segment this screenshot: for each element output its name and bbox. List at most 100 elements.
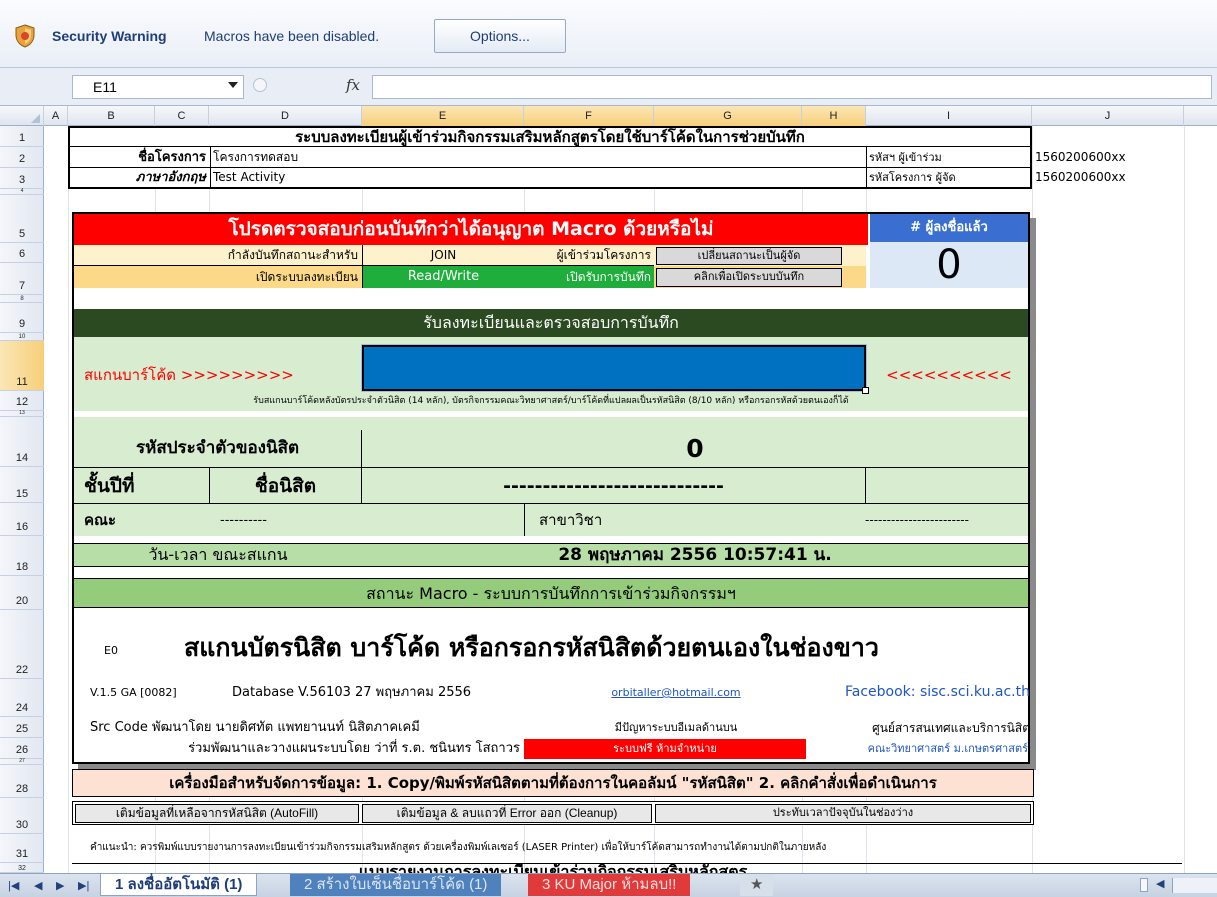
column-header-e[interactable]: E bbox=[362, 106, 524, 126]
cleanup-button[interactable]: เติมข้อมูล & ลบแถวที่ Error ออก (Cleanup… bbox=[362, 804, 652, 823]
project-name-value[interactable]: โครงการทดสอบ bbox=[210, 147, 866, 168]
status-code: E0 bbox=[104, 644, 118, 657]
english-name-value[interactable]: Test Activity bbox=[210, 168, 866, 187]
formula-input[interactable] bbox=[372, 75, 1212, 99]
name-box-dropdown-icon[interactable] bbox=[228, 82, 238, 88]
registered-count-label: # ผู้ลงชื่อแล้ว bbox=[870, 214, 1028, 242]
status-message: สแกนบัตรนิสิต บาร์โค้ด หรือกรอกรหัสนิสิต… bbox=[184, 633, 879, 662]
name-box[interactable]: E11 bbox=[72, 75, 244, 99]
student-id-label: รหัสประจำตัวของนิสิต bbox=[74, 430, 362, 467]
tab-split-handle[interactable] bbox=[1140, 878, 1148, 892]
row-header-10[interactable]: 10 bbox=[0, 333, 44, 341]
student-extra-cell bbox=[866, 467, 1028, 503]
gridline bbox=[1184, 126, 1185, 873]
organizer-code-value[interactable]: 1560200600xx bbox=[1032, 168, 1184, 187]
timestamp-button[interactable]: ประทับเวลาปัจจุบันในช่องว่าง bbox=[655, 804, 1031, 823]
tools-header: เครื่องมือสำหรับจัดการข้อมูล: 1. Copy/พิ… bbox=[72, 769, 1034, 797]
last-sheet-icon[interactable]: ▶| bbox=[78, 879, 89, 892]
row-header-6[interactable]: 6 bbox=[0, 243, 44, 263]
prev-sheet-icon[interactable]: ◀ bbox=[34, 879, 42, 892]
insert-sheet-icon[interactable]: ★ bbox=[740, 874, 774, 896]
column-header-c[interactable]: C bbox=[155, 106, 209, 126]
printing-advice: คำแนะนำ: ควรพิมพ์แบบรายงานการลงทะเบียนเข… bbox=[90, 842, 827, 853]
formula-bar: E11 fx bbox=[0, 68, 1217, 106]
row-header-16[interactable]: 16 bbox=[0, 503, 44, 536]
row-header-2[interactable]: 2 bbox=[0, 147, 44, 168]
free-system-badge: ระบบฟรี ห้ามจำหน่าย bbox=[524, 739, 806, 759]
english-name-label: ภาษาอังกฤษ bbox=[135, 170, 206, 185]
faculty-label: คณะ bbox=[74, 503, 210, 536]
row-header-32[interactable]: 32 bbox=[0, 863, 44, 873]
macro-status-header: สถานะ Macro - ระบบการบันทึกการเข้าร่วมกิ… bbox=[74, 578, 1028, 608]
student-name-value: ---------------------------- bbox=[362, 467, 866, 503]
participant-role: ผู้เข้าร่วมโครงการ bbox=[524, 245, 654, 266]
formula-cancel-icon[interactable] bbox=[253, 78, 267, 92]
row-header-9[interactable]: 9 bbox=[0, 303, 44, 333]
facebook-label: Facebook: sisc.sci.ku.ac.th bbox=[845, 684, 1030, 700]
faculty-value: ---------- bbox=[210, 503, 524, 536]
scan-time-label: วัน-เวลา ขณะสแกน bbox=[148, 545, 288, 564]
registered-count: 0 bbox=[870, 242, 1028, 288]
barcode-scan-input[interactable] bbox=[361, 344, 867, 392]
row-header-24[interactable]: 24 bbox=[0, 679, 44, 717]
row-header-8[interactable]: 8 bbox=[0, 295, 44, 303]
next-sheet-icon[interactable]: ▶ bbox=[56, 879, 64, 892]
column-header-g[interactable]: G bbox=[654, 106, 802, 126]
participant-code-label: รหัสฯ ผู้เข้าร่วม bbox=[866, 147, 1032, 168]
horizontal-scrollbar[interactable] bbox=[1172, 878, 1217, 893]
row-header-30[interactable]: 30 bbox=[0, 798, 44, 834]
row-header-18[interactable]: 18 bbox=[0, 536, 44, 576]
co-dev-credit: ร่วมพัฒนาและวางแผนระบบโดย ว่าที่ ร.ต. ชน… bbox=[188, 741, 520, 756]
row-header-28[interactable]: 28 bbox=[0, 765, 44, 798]
row-header-31[interactable]: 31 bbox=[0, 834, 44, 863]
column-header-h[interactable]: H bbox=[802, 106, 866, 126]
row-header-3[interactable]: 3 bbox=[0, 168, 44, 189]
src-code-credit: Src Code พัฒนาโดย นายดิศทัต แพทยานนท์ นิ… bbox=[90, 720, 420, 735]
column-header-a[interactable]: A bbox=[44, 106, 68, 126]
row-header-12[interactable]: 12 bbox=[0, 391, 44, 411]
security-warning-bar: Security Warning Macros have been disabl… bbox=[0, 0, 1217, 68]
major-label: สาขาวิชา bbox=[524, 503, 806, 536]
read-write-value: Read/Write bbox=[362, 266, 524, 288]
options-button[interactable]: Options... bbox=[434, 19, 566, 53]
tab-sheet-3[interactable]: 3 KU Major ห้ามลบ!! bbox=[528, 874, 691, 896]
row-header-14[interactable]: 14 bbox=[0, 417, 44, 467]
column-header-d[interactable]: D bbox=[209, 106, 362, 126]
select-all-corner[interactable] bbox=[0, 106, 44, 126]
recording-status-label: กำลังบันทึกสถานะสำหรับ bbox=[74, 245, 362, 266]
column-header-j[interactable]: J bbox=[1032, 106, 1184, 126]
worksheet[interactable]: ระบบลงทะเบียนผู้เข้าร่วมกิจกรรมเสริมหลัก… bbox=[44, 126, 1217, 873]
insert-function-icon[interactable]: fx bbox=[346, 76, 360, 94]
row-header-1[interactable]: 1 bbox=[0, 126, 44, 147]
row-header-25[interactable]: 25 bbox=[0, 717, 44, 738]
column-header-i[interactable]: I bbox=[866, 106, 1032, 126]
join-value: JOIN bbox=[362, 245, 524, 266]
row-header-26[interactable]: 26 bbox=[0, 738, 44, 759]
tab-sheet-2[interactable]: 2 สร้างใบเซ็นชื่อบาร์โค้ด (1) bbox=[290, 874, 502, 896]
version-label: V.1.5 GA [0082] bbox=[90, 686, 177, 699]
open-recording-button[interactable]: คลิกเพื่อเปิดระบบบันทึก bbox=[656, 268, 842, 287]
row-header-11[interactable]: 11 bbox=[0, 341, 44, 391]
autofill-button[interactable]: เติมข้อมูลที่เหลือจากรหัสนิสิต (AutoFill… bbox=[75, 804, 359, 823]
row-header-5[interactable]: 5 bbox=[0, 195, 44, 243]
first-sheet-icon[interactable]: |◀ bbox=[8, 879, 19, 892]
column-header-b[interactable]: B bbox=[68, 106, 155, 126]
tab-sheet-1[interactable]: 1 ลงชื่ออัตโนมัติ (1) bbox=[100, 874, 258, 896]
database-label: Database V.56103 27 พฤษภาคม 2556 bbox=[232, 685, 472, 700]
shield-warning-icon bbox=[15, 24, 35, 48]
horizontal-scroll-left-icon[interactable]: ◀ bbox=[1156, 877, 1164, 890]
macro-warning-banner: โปรดตรวจสอบก่อนบันทึกว่าได้อนุญาต Macro … bbox=[74, 214, 868, 245]
row-header-20[interactable]: 20 bbox=[0, 576, 44, 610]
switch-organizer-button[interactable]: เปลี่ยนสถานะเป็นผู้จัด bbox=[656, 247, 842, 265]
open-registration-label: เปิดระบบลงทะเบียน bbox=[74, 266, 362, 288]
participant-code-value[interactable]: 1560200600xx bbox=[1032, 147, 1184, 168]
column-header-f[interactable]: F bbox=[524, 106, 654, 126]
row-header-7[interactable]: 7 bbox=[0, 263, 44, 295]
sheet-tab-bar: |◀ ◀ ▶ ▶| 1 ลงชื่ออัตโนมัติ (1) 2 สร้างใ… bbox=[0, 873, 1217, 897]
major-value: ------------------------ bbox=[806, 503, 1028, 536]
row-header-22[interactable]: 22 bbox=[0, 610, 44, 679]
select-all-icon bbox=[31, 114, 40, 123]
row-header-15[interactable]: 15 bbox=[0, 467, 44, 503]
email-link[interactable]: orbitaller@hotmail.com bbox=[566, 683, 786, 703]
register-header: รับลงทะเบียนและตรวจสอบการบันทึก bbox=[74, 309, 1028, 337]
